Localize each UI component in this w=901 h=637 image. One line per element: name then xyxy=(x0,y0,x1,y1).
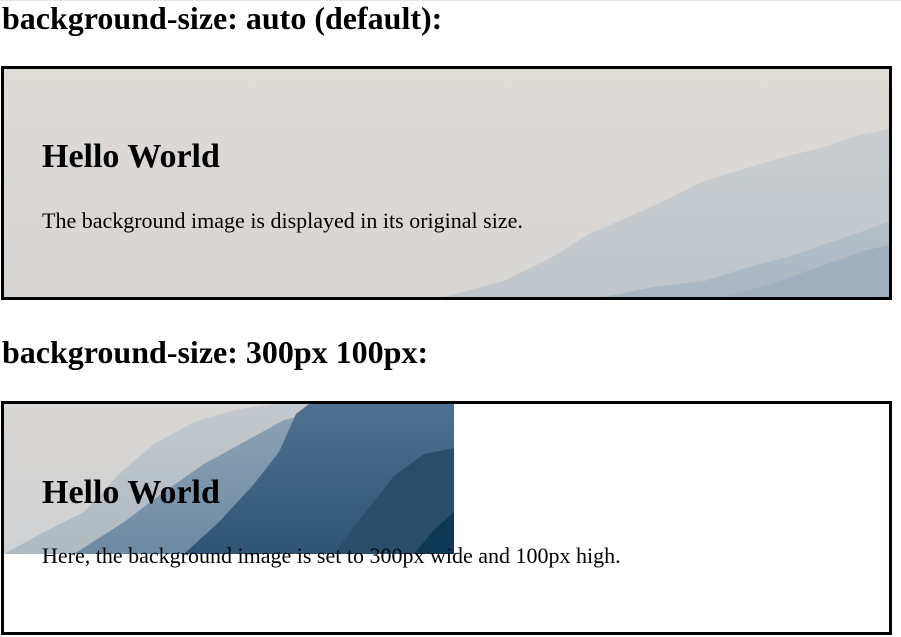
section-heading-auto: background-size: auto (default): xyxy=(2,0,443,36)
demo-box-sized: Hello World Here, the background image i… xyxy=(1,401,892,635)
box-description: The background image is displayed in its… xyxy=(42,208,523,233)
box-description: Here, the background image is set to 300… xyxy=(42,543,621,568)
demo-box-auto: Hello World The background image is disp… xyxy=(1,66,892,300)
mountain-background-image xyxy=(4,69,889,297)
section-heading-sized: background-size: 300px 100px: xyxy=(2,334,429,370)
box-title: Hello World xyxy=(42,474,220,511)
box-title: Hello World xyxy=(42,138,220,175)
